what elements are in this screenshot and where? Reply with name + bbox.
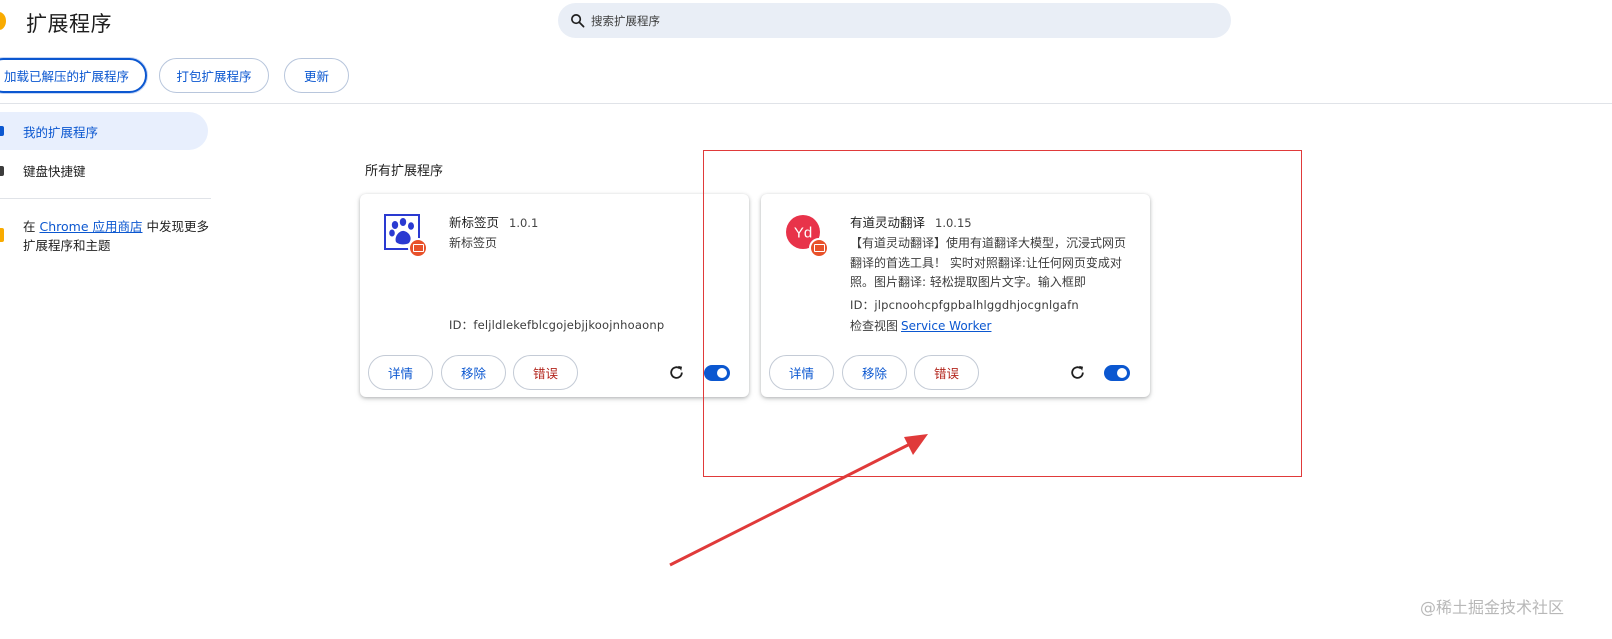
page-title: 扩展程序 bbox=[26, 12, 112, 36]
search-input[interactable] bbox=[591, 13, 1191, 28]
sidebar-item-label: 我的扩展程序 bbox=[23, 124, 99, 140]
search-icon bbox=[571, 14, 585, 28]
puzzle-icon bbox=[0, 126, 4, 136]
web-store-icon bbox=[0, 228, 4, 242]
extension-version: 1.0.1 bbox=[509, 216, 539, 230]
unpacked-badge-icon bbox=[408, 238, 428, 258]
header-divider bbox=[0, 103, 1612, 104]
chrome-web-store-link[interactable]: Chrome 应用商店 bbox=[39, 219, 142, 234]
chrome-logo-icon bbox=[0, 12, 6, 30]
keyboard-icon bbox=[0, 166, 4, 176]
remove-button[interactable]: 移除 bbox=[441, 355, 506, 390]
sidebar-item-keyboard-shortcuts[interactable]: 键盘快捷键 bbox=[0, 151, 86, 189]
errors-button[interactable]: 错误 bbox=[513, 355, 578, 390]
pack-extension-button[interactable]: 打包扩展程序 bbox=[159, 58, 269, 93]
extension-card: 新标签页 1.0.1 新标签页 ID：feljldlekefblcgojebjjk… bbox=[360, 194, 749, 397]
extension-name: 新标签页 1.0.1 bbox=[449, 215, 539, 230]
extension-description: 新标签页 bbox=[449, 236, 498, 250]
web-store-promo: 在 Chrome 应用商店 中发现更多扩展程序和主题 bbox=[23, 219, 209, 253]
details-button[interactable]: 详情 bbox=[368, 355, 433, 390]
sidebar-item-label: 键盘快捷键 bbox=[23, 163, 86, 179]
load-unpacked-button[interactable]: 加载已解压的扩展程序 bbox=[0, 58, 147, 93]
sidebar-item-my-extensions[interactable]: 我的扩展程序 bbox=[0, 112, 208, 150]
watermark: @稀土掘金技术社区 bbox=[1419, 598, 1564, 617]
sidebar-divider bbox=[0, 198, 211, 199]
annotation-arrow-icon bbox=[669, 434, 928, 567]
reload-icon[interactable] bbox=[668, 364, 685, 381]
update-button[interactable]: 更新 bbox=[284, 58, 349, 93]
section-title: 所有扩展程序 bbox=[365, 164, 444, 179]
search-bar[interactable] bbox=[558, 3, 1231, 38]
extension-id: ID：feljldlekefblcgojebjjkoojnhoaonp bbox=[449, 318, 665, 332]
extensions-page: 扩展程序 加载已解压的扩展程序 打包扩展程序 更新 我的扩展程序 键盘快捷键 在… bbox=[0, 0, 1612, 639]
